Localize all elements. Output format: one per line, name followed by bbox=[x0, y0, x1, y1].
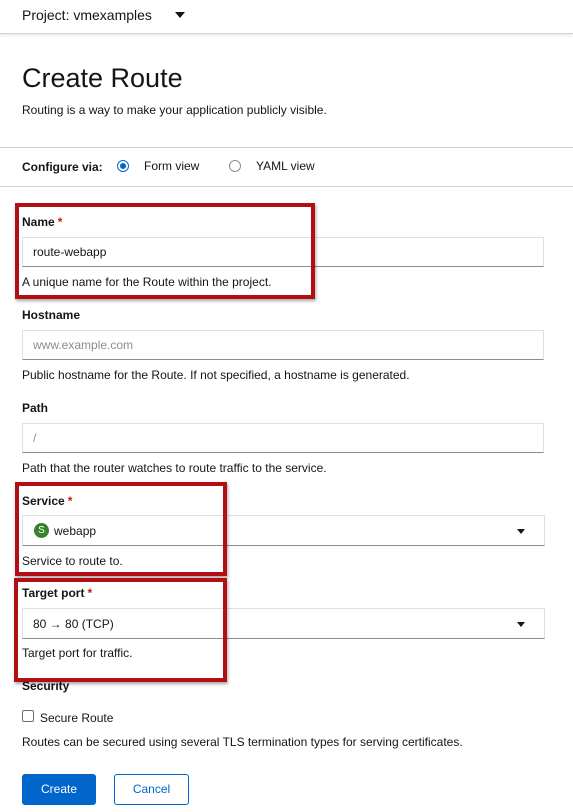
configure-via-label: Configure via: bbox=[22, 160, 103, 174]
caret-down-icon bbox=[517, 529, 525, 534]
configure-via-bar: Configure via: Form view YAML view bbox=[0, 147, 573, 187]
yaml-view-radio[interactable] bbox=[229, 160, 241, 172]
service-label-text: Service bbox=[22, 494, 65, 508]
form-view-label[interactable]: Form view bbox=[144, 159, 199, 173]
target-port-label-text: Target port bbox=[22, 586, 85, 600]
form-view-radio[interactable] bbox=[117, 160, 129, 172]
service-select-value: webapp bbox=[54, 524, 97, 538]
service-label: Service * bbox=[22, 494, 72, 508]
target-port-select[interactable]: 80 → 80 (TCP) bbox=[22, 608, 545, 639]
path-helper-text: Path that the router watches to route tr… bbox=[22, 461, 327, 475]
security-label: Security bbox=[22, 679, 70, 693]
page-title: Create Route bbox=[22, 63, 183, 93]
cancel-button[interactable]: Cancel bbox=[114, 774, 189, 805]
create-button[interactable]: Create bbox=[22, 774, 96, 805]
page-subtitle: Routing is a way to make your applicatio… bbox=[22, 103, 327, 117]
caret-down-icon[interactable] bbox=[175, 12, 185, 18]
caret-down-icon bbox=[517, 622, 525, 627]
target-port-label: Target port * bbox=[22, 586, 92, 600]
required-marker: * bbox=[87, 586, 93, 600]
target-port-select-value: 80 → 80 (TCP) bbox=[33, 617, 114, 631]
name-label: Name * bbox=[22, 215, 62, 229]
target-port-helper-text: Target port for traffic. bbox=[22, 646, 133, 660]
hostname-input[interactable] bbox=[22, 330, 544, 360]
secure-route-checkbox[interactable] bbox=[22, 710, 34, 722]
path-label: Path bbox=[22, 401, 49, 415]
path-input[interactable] bbox=[22, 423, 544, 453]
service-select[interactable]: S webapp bbox=[22, 515, 545, 546]
hostname-label: Hostname bbox=[22, 308, 81, 322]
required-marker: * bbox=[67, 494, 73, 508]
secure-route-label[interactable]: Secure Route bbox=[40, 711, 113, 725]
hostname-helper-text: Public hostname for the Route. If not sp… bbox=[22, 368, 410, 382]
project-bar: Project: vmexamples bbox=[0, 0, 573, 34]
project-selector[interactable]: Project: vmexamples bbox=[22, 7, 152, 23]
yaml-view-label[interactable]: YAML view bbox=[256, 159, 315, 173]
name-input[interactable] bbox=[22, 237, 544, 267]
name-helper-text: A unique name for the Route within the p… bbox=[22, 275, 272, 289]
service-badge-icon: S bbox=[34, 523, 49, 538]
service-helper-text: Service to route to. bbox=[22, 554, 123, 568]
required-marker: * bbox=[57, 215, 63, 229]
security-helper-text: Routes can be secured using several TLS … bbox=[22, 735, 463, 749]
name-label-text: Name bbox=[22, 215, 55, 229]
